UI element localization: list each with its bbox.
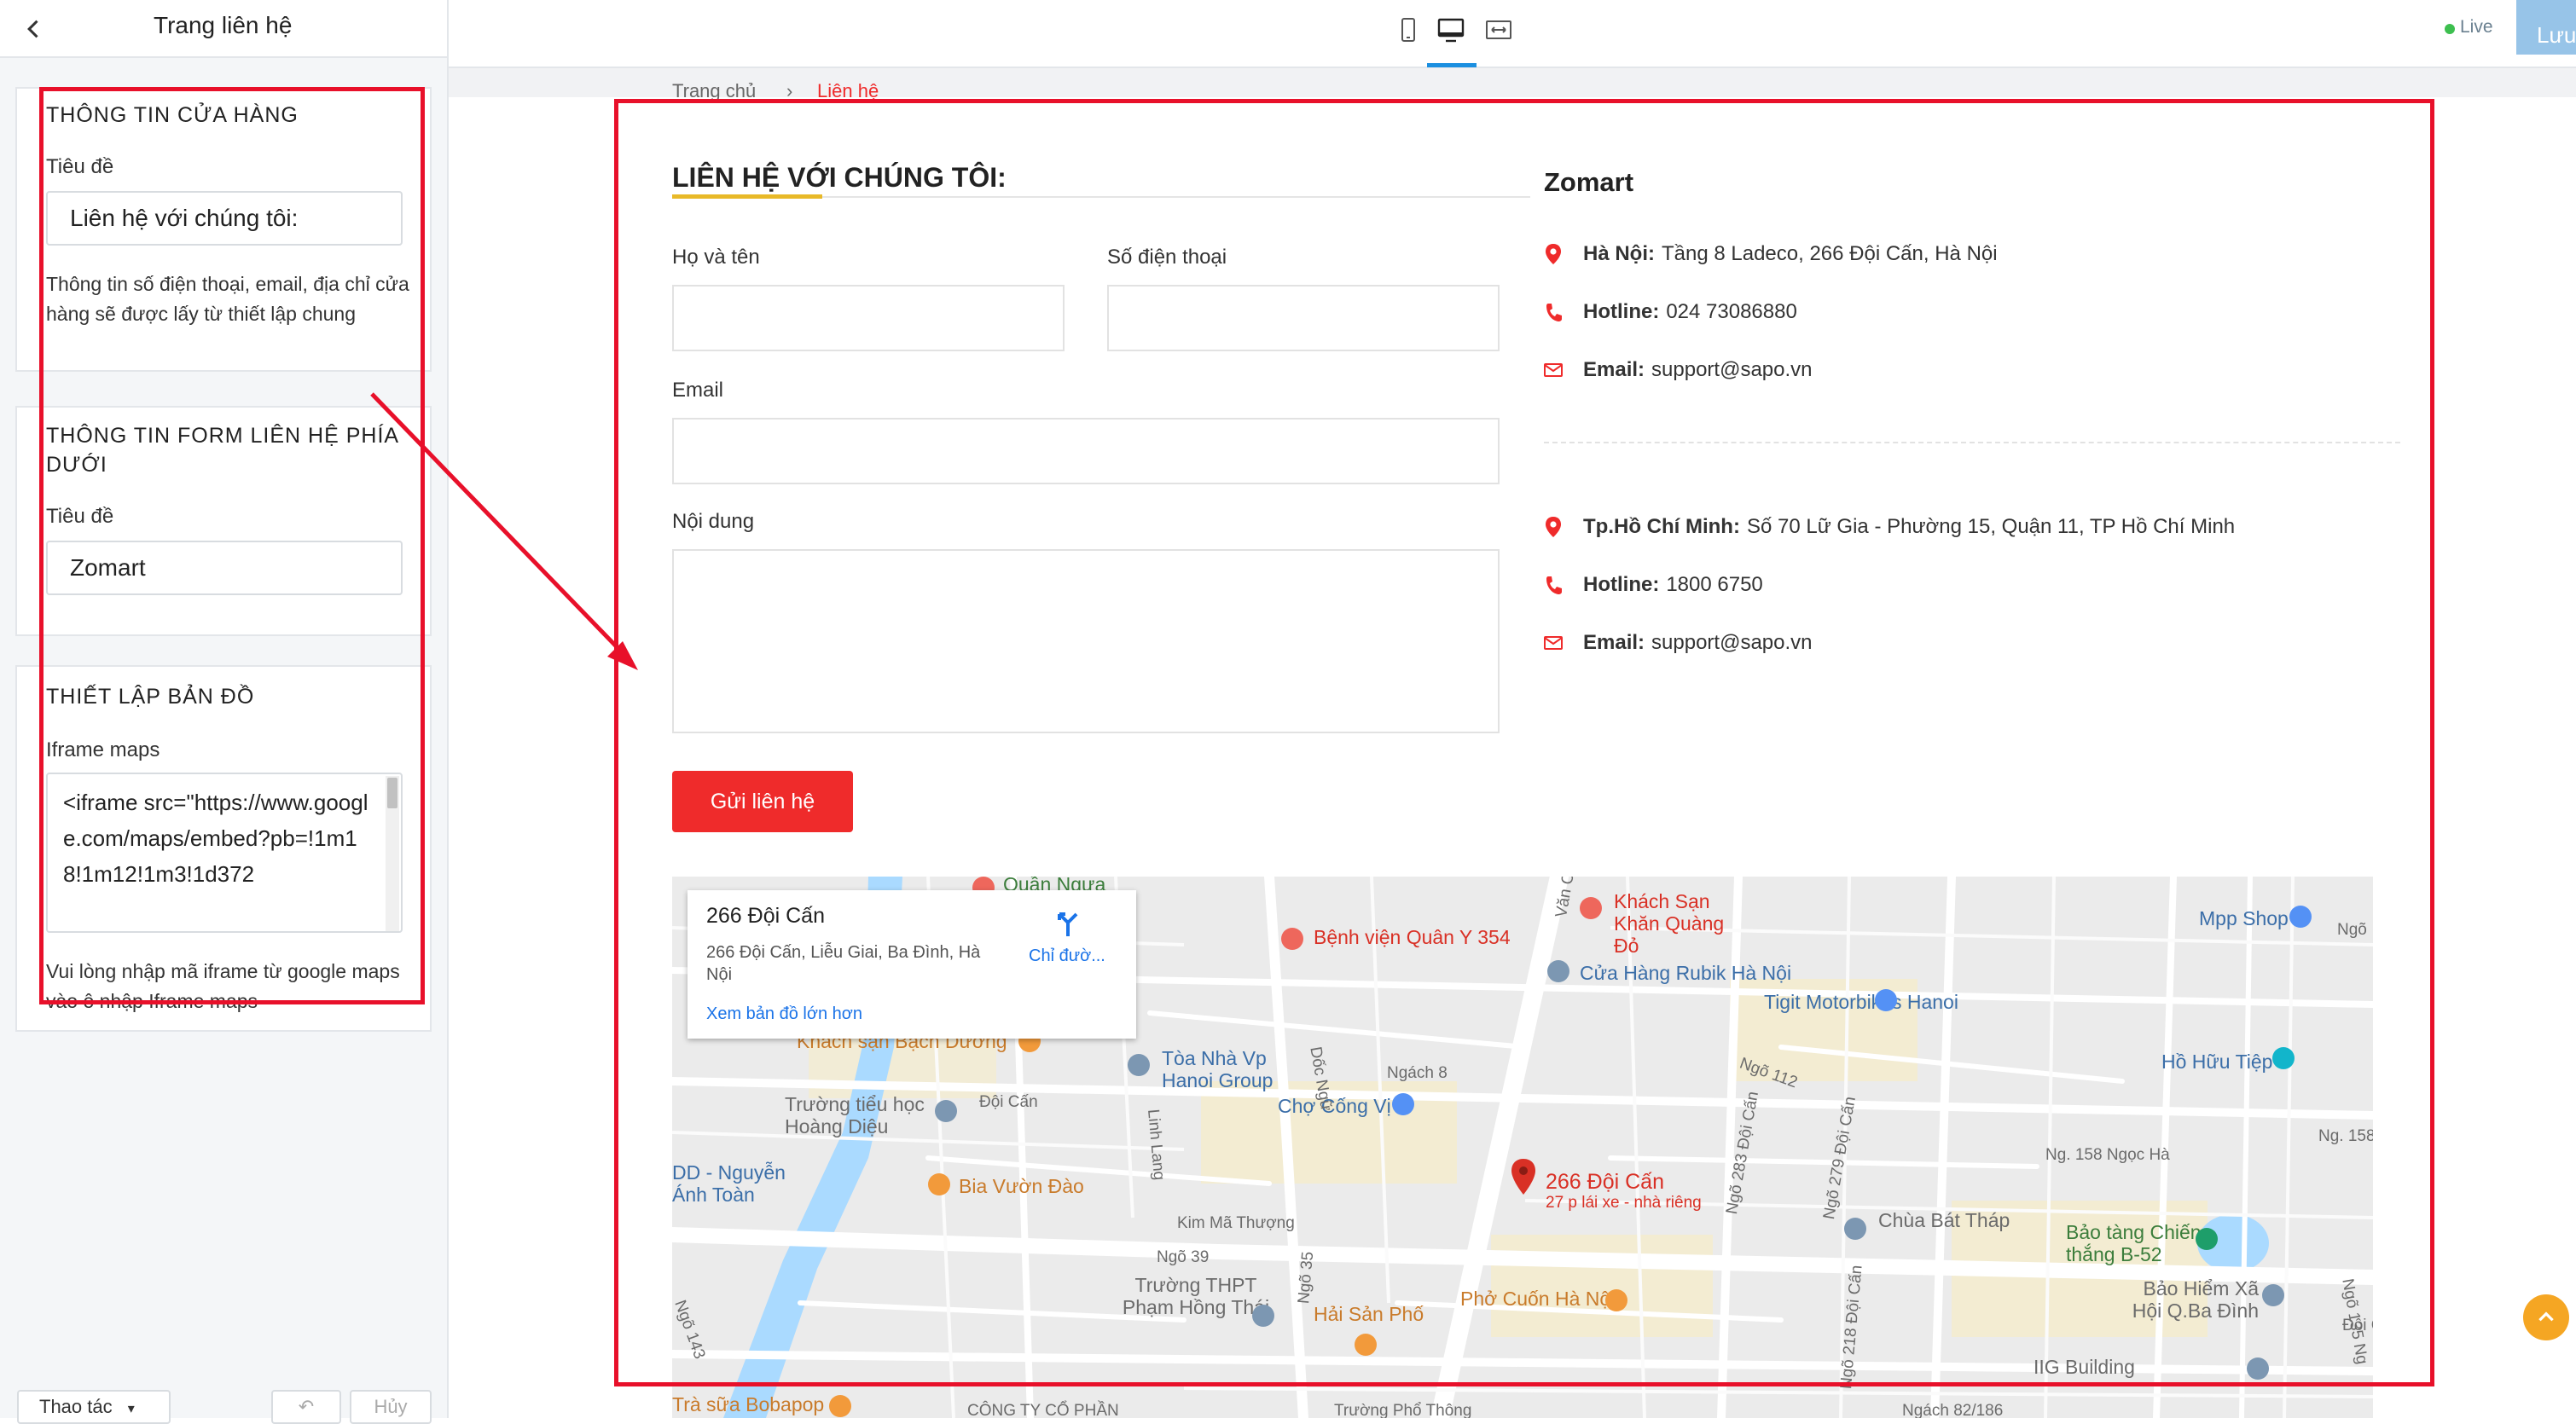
undo-button[interactable]: ↶ xyxy=(271,1390,341,1424)
preview-toolbar: Live Lưu xyxy=(449,0,2576,68)
save-button[interactable]: Lưu xyxy=(2516,0,2576,55)
place-truong-pho-thong: Trường Phổ Thông xyxy=(1334,1402,1472,1418)
place-cong-ty: CÔNG TY CỔ PHẦN xyxy=(967,1402,1119,1418)
annotation-box-preview xyxy=(614,99,2434,1386)
live-status-dot xyxy=(2445,24,2455,34)
active-device-indicator xyxy=(1427,63,1477,67)
actions-button[interactable]: Thao tác ▾ xyxy=(17,1390,171,1424)
chevron-left-icon[interactable] xyxy=(22,17,46,41)
live-label: Live xyxy=(2460,17,2493,37)
undo-icon: ↶ xyxy=(298,1396,315,1417)
annotation-box-sidebar xyxy=(39,87,425,1004)
actions-label: Thao tác xyxy=(39,1396,113,1417)
restaurant-icon[interactable] xyxy=(829,1395,851,1417)
cancel-label: Hủy xyxy=(374,1396,408,1417)
caret-down-icon: ▾ xyxy=(127,1402,135,1416)
desktop-device-icon[interactable] xyxy=(1436,15,1465,44)
place-bobapop: Trà sữa Bobapop xyxy=(672,1393,825,1415)
scroll-top-button[interactable] xyxy=(2523,1294,2569,1340)
street-ngach-82: Ngách 82/186 xyxy=(1902,1402,2004,1418)
sidebar-header: Trang liên hệ xyxy=(0,0,447,58)
fullwidth-icon[interactable] xyxy=(1484,15,1513,44)
mobile-device-icon[interactable] xyxy=(1394,15,1423,44)
sidebar-title: Trang liên hệ xyxy=(154,12,293,38)
cancel-button[interactable]: Hủy xyxy=(350,1390,432,1424)
arrow-up-icon xyxy=(2538,1311,2554,1322)
